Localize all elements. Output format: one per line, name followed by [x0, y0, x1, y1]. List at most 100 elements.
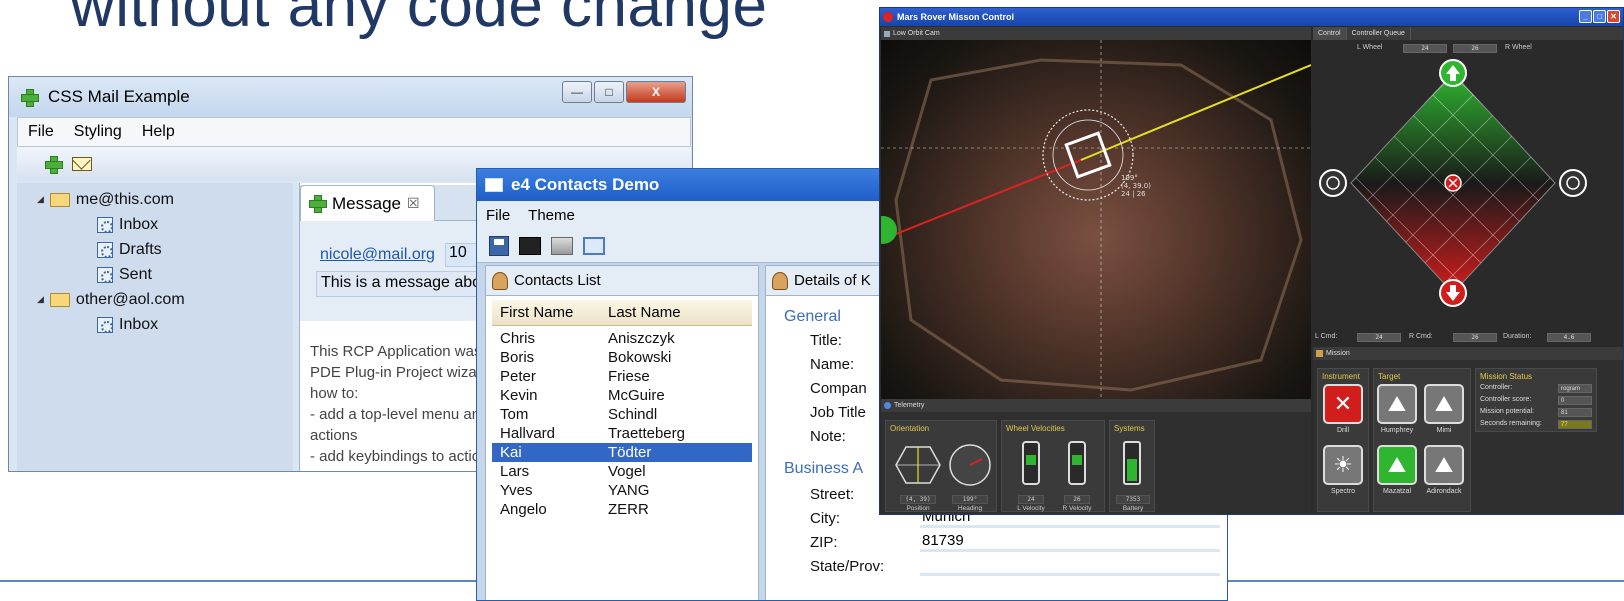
tab-close-icon[interactable]: ☒: [407, 195, 420, 212]
collapse-triangle-icon[interactable]: ◢: [37, 194, 44, 205]
wheel-velocities-title: Wheel Velocities: [1006, 424, 1065, 433]
label-job-title: Job Title: [810, 404, 866, 421]
contacts-icon: [492, 271, 508, 290]
wheel-velocities-group: Wheel Velocities 24 L Velocity 26 R Velo…: [1001, 420, 1105, 512]
tab-telemetry[interactable]: Telemetry: [894, 402, 924, 409]
left-wheel-icon: [1022, 441, 1040, 485]
camera-view[interactable]: 199° (4, 39.0) 24 | 26: [881, 40, 1311, 399]
drill-button[interactable]: ✕: [1323, 384, 1363, 424]
tree-label: Inbox: [119, 215, 159, 233]
spectro-button[interactable]: ☀: [1323, 445, 1363, 485]
table-row[interactable]: Kevin McGuire: [492, 386, 752, 405]
table-row[interactable]: Lars Vogel: [492, 462, 752, 481]
instrument-group: Instrument ✕ Drill ☀ Spectro: [1317, 368, 1369, 512]
tab-mission[interactable]: Mission: [1326, 350, 1350, 357]
target-mimi-button[interactable]: ⛰: [1424, 384, 1464, 424]
table-row-selected[interactable]: Kai Tödter: [492, 443, 752, 462]
table-row[interactable]: Peter Friese: [492, 367, 752, 386]
label-name: Name:: [810, 356, 855, 373]
status-value: 81: [1558, 408, 1592, 417]
tree-label: me@this.com: [75, 190, 174, 208]
menu-file[interactable]: File: [18, 123, 64, 141]
duration-label: Duration:: [1503, 333, 1532, 340]
l-velocity-label: L Velocity: [1017, 505, 1045, 512]
minimize-button[interactable]: —: [562, 81, 592, 103]
tree-account-aol[interactable]: ◢ other@aol.com: [17, 287, 293, 312]
message-plus-icon: [309, 195, 327, 213]
state-field[interactable]: [920, 556, 1220, 576]
menu-styling[interactable]: Styling: [64, 123, 132, 141]
minimize-button[interactable]: _: [1579, 10, 1592, 23]
label-company: Compan: [810, 380, 867, 397]
queue-tab-label: Controller Queue: [1351, 30, 1405, 37]
cell-last: McGuire: [608, 387, 665, 404]
table-row[interactable]: Boris Bokowski: [492, 348, 752, 367]
l-cmd-label: L Cmd:: [1315, 333, 1338, 340]
target-humphrey-button[interactable]: ⛰: [1377, 384, 1417, 424]
grey-theme-icon[interactable]: [551, 236, 573, 255]
target-adirondack-button[interactable]: ⛰: [1424, 445, 1464, 485]
tab-contacts-list[interactable]: Contacts List: [486, 266, 758, 296]
tab-controller-queue[interactable]: Controller Queue: [1347, 27, 1411, 40]
envelope-icon[interactable]: [72, 157, 92, 171]
spectro-icon: ☀: [1333, 452, 1353, 478]
telemetry-panel: Telemetry Orientation (4, 39) Position 1…: [881, 399, 1311, 514]
close-button[interactable]: X: [626, 81, 686, 103]
table-row[interactable]: Hallvard Traetteberg: [492, 424, 752, 443]
new-plus-icon[interactable]: [45, 155, 63, 174]
column-first-name[interactable]: First Name: [492, 304, 600, 321]
tab-details-label: Details of K: [794, 272, 871, 289]
blue-theme-icon[interactable]: [583, 236, 605, 255]
maximize-button[interactable]: □: [1593, 10, 1606, 23]
tree-label: Inbox: [119, 315, 159, 333]
target-adirondack-label: Adirondack: [1426, 488, 1462, 495]
tree-folder-sent[interactable]: Sent: [17, 262, 293, 287]
cell-first: Kevin: [500, 387, 538, 404]
tree-label: Drafts: [119, 240, 162, 258]
menu-theme[interactable]: Theme: [519, 207, 584, 224]
app-plus-icon: [21, 88, 39, 107]
column-last-name[interactable]: Last Name: [600, 304, 750, 321]
close-button[interactable]: ✕: [1607, 10, 1620, 23]
cell-last: Aniszczyk: [608, 330, 675, 347]
target-mimi-label: Mimi: [1436, 427, 1452, 434]
message-from-link[interactable]: nicole@mail.org: [320, 246, 435, 264]
save-icon[interactable]: [489, 235, 509, 256]
tab-message[interactable]: Message ☒: [300, 185, 435, 221]
table-row[interactable]: Chris Aniszczyk: [492, 329, 752, 348]
tree-account-me[interactable]: ◢ me@this.com: [17, 187, 293, 212]
contacts-table-header: First Name Last Name: [492, 300, 752, 326]
maximize-button[interactable]: □: [594, 81, 624, 103]
camera-tabstrip: Low Orbit Cam: [881, 27, 1311, 40]
contacts-list-panel: Contacts List First Name Last Name Chris…: [485, 265, 759, 600]
cell-first: Tom: [500, 406, 529, 423]
tab-control[interactable]: Control: [1313, 27, 1347, 40]
dark-theme-icon[interactable]: [519, 236, 541, 255]
menu-file[interactable]: File: [477, 207, 519, 224]
battery-icon: [1123, 441, 1141, 485]
table-row[interactable]: Yves YANG: [492, 481, 752, 500]
zip-field[interactable]: 81739: [920, 532, 1220, 552]
heading-value: 199°: [952, 495, 988, 504]
mail-titlebar: CSS Mail Example — □ X: [9, 77, 692, 117]
status-value: 77: [1558, 420, 1592, 429]
heading-label: Heading: [957, 505, 983, 512]
tree-folder-inbox[interactable]: Inbox: [17, 212, 293, 237]
tab-details[interactable]: Details of K: [766, 266, 886, 296]
orientation-title: Orientation: [890, 424, 930, 433]
status-row-score: Controller score: 0: [1480, 396, 1592, 405]
table-row[interactable]: Tom Schindl: [492, 405, 752, 424]
tab-contacts-list-label: Contacts List: [514, 272, 601, 289]
tree-folder-drafts[interactable]: Drafts: [17, 237, 293, 262]
tree-folder-inbox-aol[interactable]: Inbox: [17, 312, 293, 337]
tab-low-orbit-cam[interactable]: Low Orbit Cam: [893, 30, 940, 37]
control-tab-label: Control: [1318, 30, 1341, 37]
r-cmd-value: 26: [1453, 333, 1497, 342]
drive-control-pad[interactable]: [1313, 55, 1624, 335]
control-panel: Control Controller Queue L Wheel 24 26 R…: [1313, 27, 1624, 347]
menu-help[interactable]: Help: [132, 123, 185, 141]
table-row[interactable]: Angelo ZERR: [492, 500, 752, 519]
target-mazatzal-button[interactable]: ⛰: [1377, 445, 1417, 485]
label-city: City:: [810, 510, 840, 527]
collapse-triangle-icon[interactable]: ◢: [37, 294, 44, 305]
